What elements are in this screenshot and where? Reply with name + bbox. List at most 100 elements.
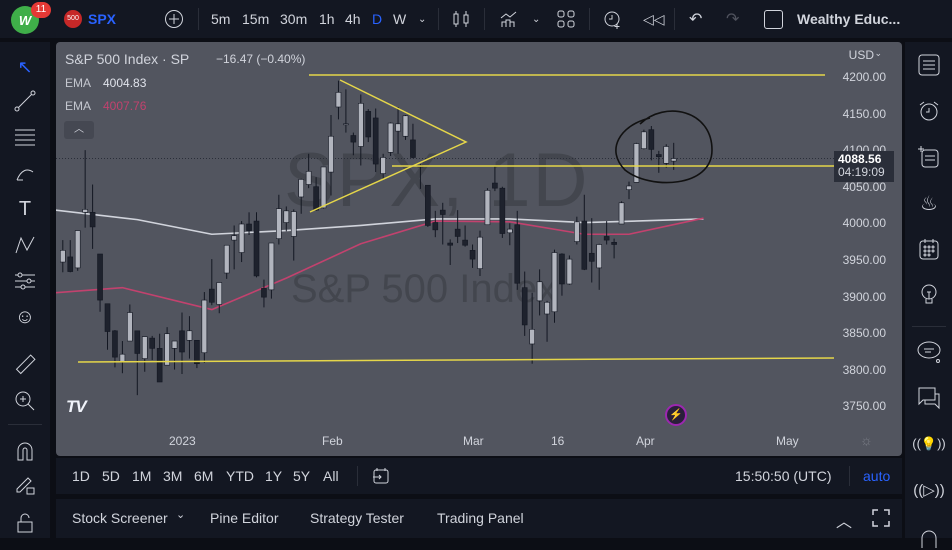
range-6m[interactable]: 6M bbox=[194, 468, 213, 484]
utc-clock[interactable]: 15:50:50 (UTC) bbox=[735, 468, 831, 484]
replay-icon[interactable]: ◁◁ bbox=[643, 0, 665, 38]
last-price-label: 4088.56 04:19:09 bbox=[834, 151, 894, 182]
emoji-icon[interactable]: ☺ bbox=[12, 304, 38, 330]
candle-up bbox=[305, 171, 312, 185]
candles-icon[interactable] bbox=[452, 0, 470, 38]
range-1m[interactable]: 1M bbox=[132, 468, 151, 484]
interval-d[interactable]: D bbox=[372, 0, 382, 38]
messages-icon[interactable] bbox=[915, 384, 943, 412]
candle-down bbox=[179, 330, 185, 353]
candle-up bbox=[59, 250, 66, 263]
ema1-label[interactable]: EMA bbox=[65, 76, 91, 90]
fib-retracement-icon[interactable] bbox=[12, 124, 38, 150]
broadcast-play-icon[interactable]: ((▷)) bbox=[913, 476, 945, 504]
tab-strategy-tester[interactable]: Strategy Tester bbox=[310, 510, 404, 526]
interval-15m[interactable]: 15m bbox=[242, 0, 269, 38]
candle-up bbox=[641, 131, 647, 149]
range-3m[interactable]: 3M bbox=[163, 468, 182, 484]
top-toolbar: W 11 500 SPX 5m 15m 30m 1h 4h D W ⌄ ⌄ ◁◁… bbox=[0, 0, 952, 38]
data-window-icon[interactable] bbox=[915, 143, 943, 171]
redo-icon[interactable]: ↷ bbox=[726, 0, 739, 38]
expand-panel-chevron-up-icon[interactable]: ︿ bbox=[836, 508, 852, 532]
calendar-icon[interactable] bbox=[915, 235, 943, 263]
pattern-icon[interactable] bbox=[12, 232, 38, 258]
range-1y[interactable]: 1Y bbox=[265, 468, 282, 484]
candle-up bbox=[141, 336, 148, 359]
candle-up bbox=[216, 282, 223, 305]
magnet-icon[interactable] bbox=[12, 438, 38, 464]
range-5d[interactable]: 5D bbox=[102, 468, 120, 484]
ema1-value: 4004.83 bbox=[103, 76, 147, 90]
ema2-label[interactable]: EMA bbox=[65, 99, 91, 113]
tab-stock-screener[interactable]: Stock Screener bbox=[72, 510, 168, 526]
symbol-search[interactable]: SPX bbox=[88, 0, 116, 38]
price-tick: 3950.00 bbox=[842, 253, 886, 267]
candle-down bbox=[134, 330, 141, 354]
range-1d[interactable]: 1D bbox=[72, 468, 90, 484]
time-label-apr: Apr bbox=[636, 434, 655, 448]
text-icon[interactable]: T bbox=[12, 196, 38, 222]
cursor-icon[interactable]: ↖ bbox=[12, 54, 38, 80]
chevron-down-icon[interactable]: ⌄ bbox=[176, 508, 185, 521]
candle-up bbox=[223, 244, 230, 274]
chart-settings-gear-icon[interactable]: ☼ bbox=[860, 432, 873, 448]
chart-pane[interactable]: SPX, 1D S&P 500 Index S&P 500 Index · SP… bbox=[56, 42, 902, 456]
layouts-grid-icon[interactable] bbox=[557, 0, 575, 38]
tradingview-logo[interactable]: TV bbox=[66, 397, 87, 417]
zoom-in-icon[interactable] bbox=[12, 388, 38, 414]
go-to-date-icon[interactable] bbox=[372, 467, 390, 488]
lock-drawing-icon[interactable] bbox=[12, 472, 38, 498]
candle-up bbox=[566, 258, 573, 285]
alert-add-icon[interactable] bbox=[602, 0, 624, 38]
range-all[interactable]: All bbox=[323, 468, 339, 484]
prediction-icon[interactable] bbox=[12, 268, 38, 294]
currency-selector[interactable]: USD bbox=[849, 48, 874, 62]
hotlist-fire-icon[interactable]: ♨ bbox=[915, 189, 943, 217]
undo-icon[interactable]: ↶ bbox=[689, 0, 702, 38]
layout-name[interactable]: Wealthy Educ... bbox=[797, 0, 900, 38]
tab-pine-editor[interactable]: Pine Editor bbox=[210, 510, 278, 526]
candle-down bbox=[97, 253, 103, 301]
candle-up bbox=[402, 115, 409, 137]
maximize-icon[interactable] bbox=[872, 509, 890, 530]
interval-30m[interactable]: 30m bbox=[280, 0, 307, 38]
chevron-down-icon[interactable]: ⌄ bbox=[532, 0, 540, 38]
time-label-16: 16 bbox=[551, 434, 565, 448]
ideas-lightbulb-icon[interactable] bbox=[915, 281, 943, 309]
price-tick: 4000.00 bbox=[842, 216, 886, 231]
range-5y[interactable]: 5Y bbox=[293, 468, 310, 484]
chevron-down-icon[interactable]: ⌄ bbox=[418, 0, 426, 38]
alarm-clock-icon[interactable] bbox=[915, 97, 943, 125]
trend-line-icon[interactable] bbox=[12, 88, 38, 114]
candle-down bbox=[112, 330, 118, 358]
legend-change: −16.47 (−0.40%) bbox=[216, 52, 306, 66]
lightning-event-icon[interactable]: ⚡ bbox=[665, 404, 687, 426]
watchlist-icon[interactable] bbox=[915, 51, 943, 79]
ruler-icon[interactable] bbox=[12, 352, 38, 378]
candle-up bbox=[343, 123, 349, 126]
price-plot[interactable] bbox=[56, 42, 902, 456]
indicators-icon[interactable] bbox=[499, 0, 519, 38]
brush-icon[interactable] bbox=[12, 160, 38, 186]
collapse-legend-button[interactable]: ︿ bbox=[64, 121, 94, 139]
legend-title[interactable]: S&P 500 Index · SP bbox=[65, 51, 189, 67]
notifications-bell-icon[interactable] bbox=[915, 522, 943, 550]
interval-w[interactable]: W bbox=[393, 0, 406, 38]
range-ytd[interactable]: YTD bbox=[226, 468, 254, 484]
interval-4h[interactable]: 4h bbox=[345, 0, 361, 38]
compare-add-icon[interactable] bbox=[164, 0, 184, 38]
candle-down bbox=[425, 184, 431, 226]
tab-trading-panel[interactable]: Trading Panel bbox=[437, 510, 524, 526]
candle-up bbox=[618, 202, 625, 225]
lock-icon[interactable] bbox=[12, 510, 38, 536]
streams-icon[interactable]: ((💡)) bbox=[912, 430, 946, 458]
candle-up bbox=[268, 242, 275, 291]
interval-5m[interactable]: 5m bbox=[211, 0, 230, 38]
layout-checkbox-icon[interactable] bbox=[764, 0, 783, 38]
interval-1h[interactable]: 1h bbox=[319, 0, 335, 38]
candle-up bbox=[380, 157, 386, 174]
price-tick: 3850.00 bbox=[842, 326, 886, 341]
candle-down bbox=[462, 239, 468, 246]
auto-scale-toggle[interactable]: auto bbox=[863, 468, 890, 484]
chats-cloud-icon[interactable] bbox=[915, 338, 943, 366]
